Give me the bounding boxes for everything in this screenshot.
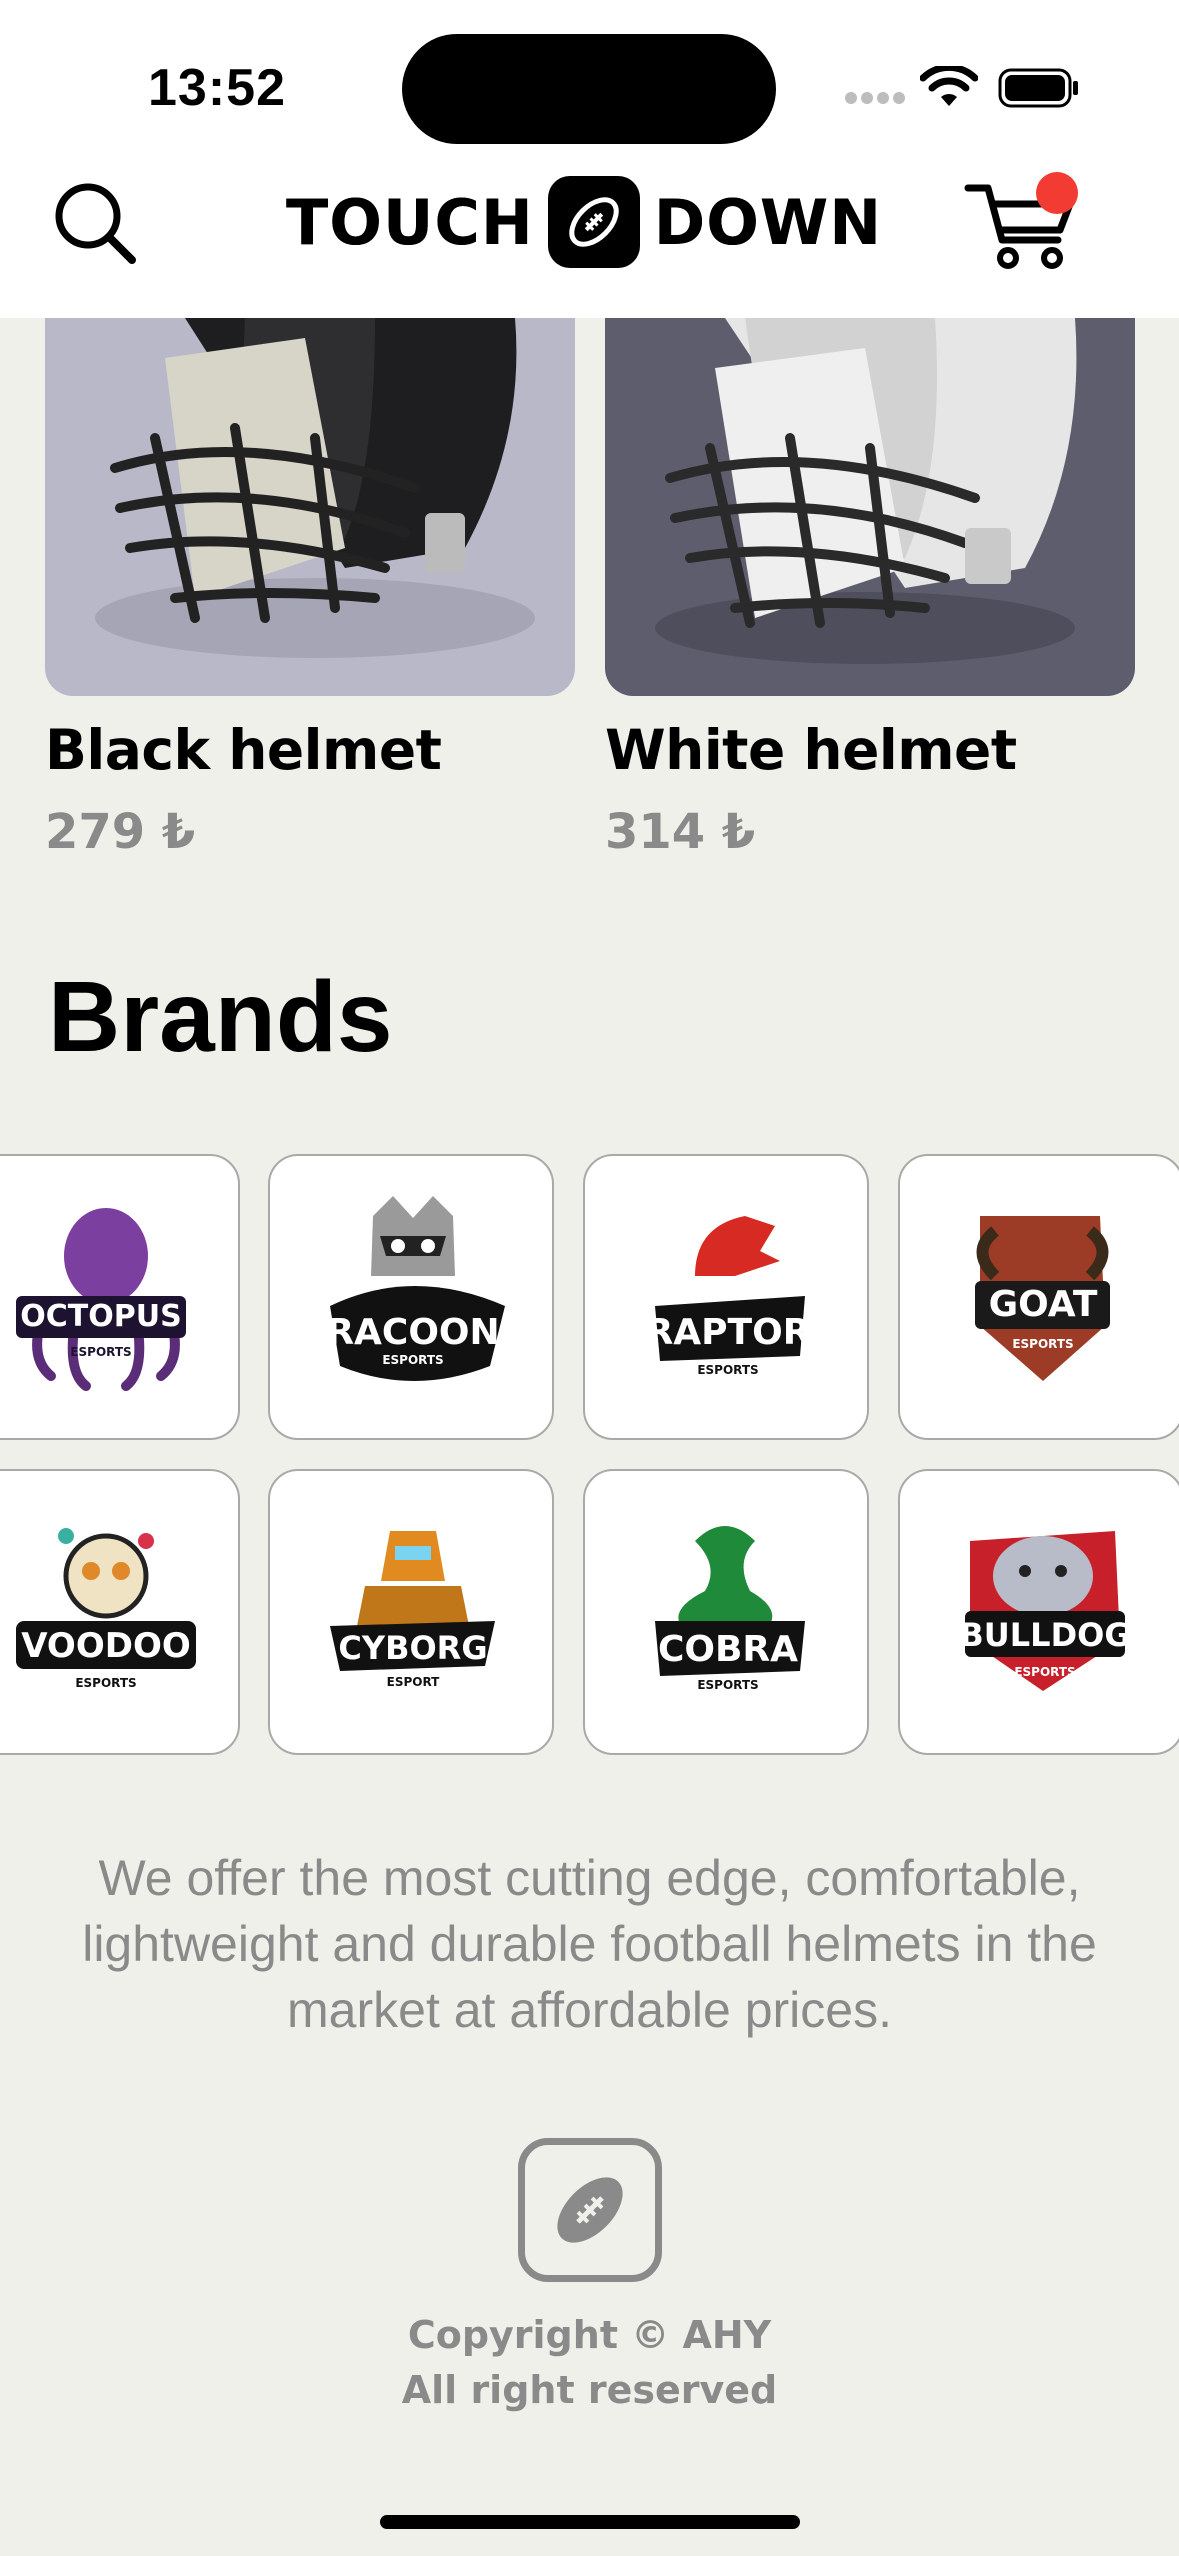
wifi-icon — [920, 66, 978, 106]
brand-name: BULLDOG — [959, 1616, 1130, 1654]
copyright: Copyright © AHY All right reserved — [0, 2308, 1179, 2418]
logo-word-touch: TOUCH — [286, 185, 534, 259]
brand-name: COBRA — [658, 1629, 798, 1670]
brand-sub: ESPORT — [387, 1675, 441, 1689]
brand-sub: ESPORTS — [382, 1353, 443, 1367]
app-header: 13:52 TOUCH DOWN — [0, 0, 1179, 318]
footer-description: We offer the most cutting edge, comforta… — [82, 1850, 1097, 2038]
white-helmet-image — [655, 318, 1077, 664]
dynamic-island — [402, 34, 776, 144]
product-image[interactable] — [605, 318, 1135, 696]
logo-word-down: DOWN — [653, 185, 883, 259]
brand-sub: ESPORTS — [697, 1363, 758, 1377]
cobra-logo: COBRA ESPORTS — [655, 1526, 805, 1692]
brands-section-title: Brands — [48, 961, 393, 1073]
brand-sub: ESPORTS — [697, 1678, 758, 1692]
brand-tile-raptor[interactable]: RAPTOR ESPORTS — [583, 1154, 869, 1440]
product-image[interactable] — [45, 318, 575, 696]
cyborg-logo: CYBORG ESPORT — [330, 1531, 495, 1689]
home-indicator[interactable] — [380, 2515, 800, 2529]
brand-sub: ESPORTS — [1014, 1665, 1075, 1679]
brand-sub: ESPORTS — [1012, 1337, 1073, 1351]
brand-logo[interactable]: TOUCH DOWN — [286, 176, 882, 268]
brand-tile-octopus[interactable]: OCTOPUS ESPORTS — [0, 1154, 240, 1440]
product-card-white-helmet[interactable]: White helmet 314 ₺ — [605, 318, 1135, 860]
brand-sub: ESPORTS — [70, 1345, 131, 1359]
voodoo-logo: VOODOO ESPORTS — [16, 1528, 196, 1690]
product-price: 279 ₺ — [45, 804, 196, 860]
cart-badge — [1036, 172, 1078, 214]
copyright-line-2: All right reserved — [401, 2368, 778, 2412]
product-card-black-helmet[interactable]: Black helmet 279 ₺ — [45, 318, 575, 860]
product-name: Black helmet — [45, 718, 442, 782]
football-icon — [547, 176, 640, 268]
brand-name: VOODOO — [21, 1626, 191, 1666]
black-helmet-image — [95, 318, 535, 658]
copyright-line-1: Copyright © AHY — [407, 2313, 772, 2357]
brand-tile-cyborg[interactable]: CYBORG ESPORT — [268, 1469, 554, 1755]
product-name: White helmet — [605, 718, 1017, 782]
brand-tile-bulldog[interactable]: BULLDOG ESPORTS — [898, 1469, 1179, 1755]
brand-name: RAPTOR — [646, 1312, 811, 1353]
brand-tile-voodoo[interactable]: VOODOO ESPORTS — [0, 1469, 240, 1755]
cellular-signal-icon — [845, 92, 905, 106]
octopus-logo: OCTOPUS ESPORTS — [16, 1208, 186, 1391]
brand-name: GOAT — [989, 1284, 1098, 1325]
raptor-logo: RAPTOR ESPORTS — [646, 1216, 811, 1377]
status-time: 13:52 — [148, 59, 286, 117]
brand-name: OCTOPUS — [20, 1299, 181, 1334]
product-price: 314 ₺ — [605, 804, 756, 860]
bulldog-logo: BULLDOG ESPORTS — [959, 1531, 1131, 1691]
brand-name: RACOON — [326, 1312, 499, 1353]
brand-tile-racoon[interactable]: RACOON ESPORTS — [268, 1154, 554, 1440]
brand-tile-cobra[interactable]: COBRA ESPORTS — [583, 1469, 869, 1755]
footer-football-icon — [518, 2138, 662, 2282]
goat-logo: GOAT ESPORTS — [975, 1216, 1110, 1381]
racoon-logo: RACOON ESPORTS — [326, 1196, 505, 1381]
brand-sub: ESPORTS — [75, 1676, 136, 1690]
brand-name: CYBORG — [338, 1629, 487, 1667]
search-icon[interactable] — [50, 178, 140, 268]
battery-icon — [998, 68, 1078, 108]
brand-tile-goat[interactable]: GOAT ESPORTS — [898, 1154, 1179, 1440]
